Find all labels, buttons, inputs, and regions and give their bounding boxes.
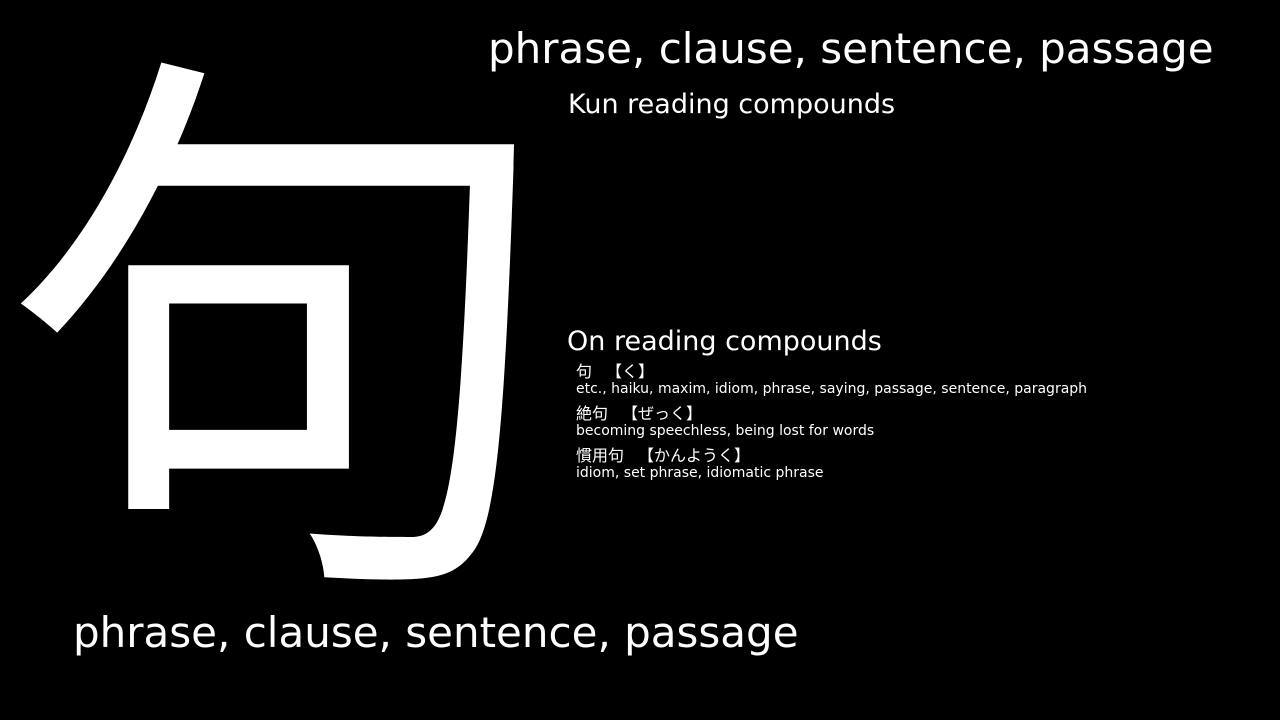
compound-reading: 【ぜっく】 xyxy=(622,404,703,423)
compound-header: 絶句 【ぜっく】 xyxy=(576,404,1266,423)
compound-gloss: etc., haiku, maxim, idiom, phrase, sayin… xyxy=(576,381,1088,397)
compound-item: 慣用句 【かんようく】 idiom, set phrase, idiomatic … xyxy=(576,446,1266,481)
compound-reading: 【く】 xyxy=(606,362,655,381)
compound-gloss: idiom, set phrase, idiomatic phrase xyxy=(576,465,824,481)
compound-word: 絶句 xyxy=(576,404,609,423)
compound-word: 慣用句 xyxy=(576,446,625,465)
on-reading-heading: On reading compounds xyxy=(567,326,882,357)
kun-reading-heading: Kun reading compounds xyxy=(568,89,896,120)
meaning-bottom: phrase, clause, sentence, passage xyxy=(73,608,799,657)
compound-gloss: becoming speechless, being lost for word… xyxy=(576,423,875,439)
compound-item: 絶句 【ぜっく】 becoming speechless, being lost … xyxy=(576,404,1266,439)
compound-item: 句【く】 etc., haiku, maxim, idiom, phrase, … xyxy=(576,362,1266,397)
compound-word: 句 xyxy=(576,362,593,381)
compound-header: 慣用句 【かんようく】 xyxy=(576,446,1266,465)
on-compound-list: 句【く】 etc., haiku, maxim, idiom, phrase, … xyxy=(576,362,1266,488)
meaning-top: phrase, clause, sentence, passage xyxy=(488,24,1214,73)
compound-reading: 【かんようく】 xyxy=(638,446,751,465)
compound-header: 句【く】 xyxy=(576,362,1266,381)
kanji-character: 句 xyxy=(0,14,560,666)
